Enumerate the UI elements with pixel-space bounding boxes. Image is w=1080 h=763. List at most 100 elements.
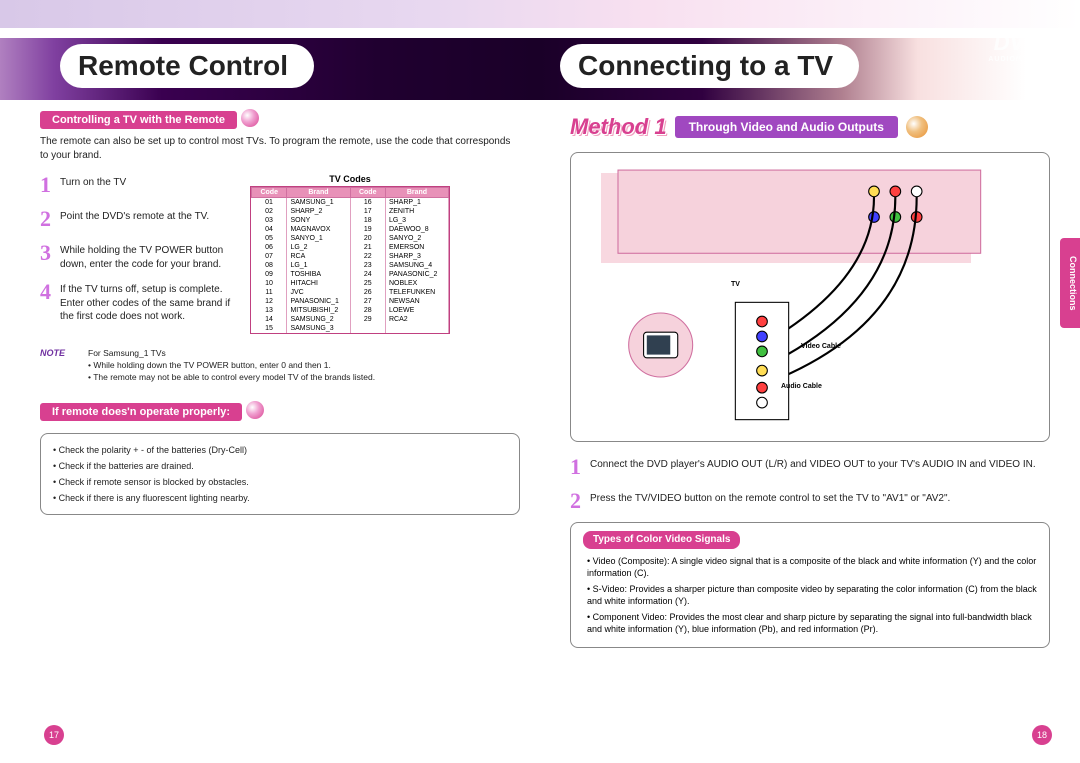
table-cell: 11	[252, 288, 287, 297]
step-number: 1	[40, 172, 54, 198]
th-code: Code	[350, 188, 385, 198]
table-cell: TELEFUNKEN	[385, 288, 448, 297]
table-cell: JVC	[287, 288, 350, 297]
table-cell: 24	[350, 270, 385, 279]
table-cell	[350, 324, 385, 333]
table-cell: 28	[350, 306, 385, 315]
step-1: 1 Turn on the TV	[40, 172, 240, 198]
page-number-right: 18	[1032, 725, 1052, 745]
table-cell: 20	[350, 234, 385, 243]
diagram-video-cable-label: Video Cable	[801, 343, 841, 350]
types-title: Types of Color Video Signals	[583, 531, 740, 549]
table-row: 04MAGNAVOX19DAEWOO_8	[252, 225, 449, 234]
table-cell: LG_3	[385, 216, 448, 225]
dvd-logo: DVD AUDIO/VIDEO	[982, 30, 1052, 70]
table-row: 09TOSHIBA24PANASONIC_2	[252, 270, 449, 279]
section-remote-troubleshoot: If remote does'n operate properly:	[40, 403, 242, 421]
check-item: Check if the batteries are drained.	[53, 458, 507, 474]
th-brand: Brand	[385, 188, 448, 198]
table-cell: 12	[252, 297, 287, 306]
table-row: 10HITACHI25NOBLEX	[252, 279, 449, 288]
step-number: 1	[570, 454, 584, 480]
page-title-right: Connecting to a TV	[560, 44, 859, 88]
note-icon: NOTE	[40, 348, 80, 378]
top-gradient-strip	[0, 0, 1080, 28]
table-cell: ZENITH	[385, 207, 448, 216]
table-cell: SAMSUNG_4	[385, 261, 448, 270]
tv-codes-container: TV Codes Code Brand Code Brand 01SAMSUNG…	[250, 172, 450, 334]
step-text: Connect the DVD player's AUDIO OUT (L/R)…	[590, 454, 1036, 480]
steps-column: 1 Turn on the TV 2 Point the DVD's remot…	[40, 172, 240, 334]
table-cell: PANASONIC_2	[385, 270, 448, 279]
diagram-audio-cable-label: Audio Cable	[781, 383, 822, 390]
table-cell: 01	[252, 198, 287, 208]
table-cell: 08	[252, 261, 287, 270]
table-row: 14SAMSUNG_229RCA2	[252, 315, 449, 324]
table-cell: 29	[350, 315, 385, 324]
type-item: S-Video: Provides a sharper picture than…	[587, 583, 1037, 607]
table-row: 11JVC26TELEFUNKEN	[252, 288, 449, 297]
method-header: Method 1 Through Video and Audio Outputs	[570, 114, 1050, 140]
table-cell: SHARP_3	[385, 252, 448, 261]
check-item: Check if remote sensor is blocked by obs…	[53, 474, 507, 490]
step-2: 2 Point the DVD's remote at the TV.	[40, 206, 240, 232]
page-number-left: 17	[44, 725, 64, 745]
table-cell: SAMSUNG_3	[287, 324, 350, 333]
table-row: 01SAMSUNG_116SHARP_1	[252, 198, 449, 208]
tv-codes-table: Code Brand Code Brand 01SAMSUNG_116SHARP…	[250, 186, 450, 334]
tvcodes-title: TV Codes	[250, 172, 450, 186]
table-row: 08LG_123SAMSUNG_4	[252, 261, 449, 270]
table-cell: 17	[350, 207, 385, 216]
table-cell: 04	[252, 225, 287, 234]
table-cell: SHARP_1	[385, 198, 448, 208]
table-cell: DAEWOO_8	[385, 225, 448, 234]
left-page: Controlling a TV with the Remote The rem…	[30, 110, 530, 515]
table-row: 05SANYO_120SANYO_2	[252, 234, 449, 243]
table-row: 12PANASONIC_127NEWSAN	[252, 297, 449, 306]
th-code: Code	[252, 188, 287, 198]
right-page: Method 1 Through Video and Audio Outputs	[560, 110, 1060, 648]
types-box: Types of Color Video Signals Video (Comp…	[570, 522, 1050, 648]
table-cell: EMERSON	[385, 243, 448, 252]
table-cell: 21	[350, 243, 385, 252]
table-cell: SONY	[287, 216, 350, 225]
table-row: 13MITSUBISHI_228LOEWE	[252, 306, 449, 315]
table-cell: LG_1	[287, 261, 350, 270]
step-number: 4	[40, 279, 54, 324]
table-cell: MITSUBISHI_2	[287, 306, 350, 315]
table-cell: 09	[252, 270, 287, 279]
connection-diagram: TV Video Cable Audio Cable	[570, 152, 1050, 442]
table-cell: 02	[252, 207, 287, 216]
note-row: NOTE For Samsung_1 TVs While holding dow…	[40, 348, 520, 384]
section-controlling-tv: Controlling a TV with the Remote	[40, 111, 237, 129]
page-title-left: Remote Control	[60, 44, 314, 88]
table-row: 07RCA22SHARP_3	[252, 252, 449, 261]
th-brand: Brand	[287, 188, 350, 198]
table-cell: 23	[350, 261, 385, 270]
table-cell: 03	[252, 216, 287, 225]
note-line: The remote may not be able to control ev…	[88, 372, 375, 384]
table-cell: SAMSUNG_1	[287, 198, 350, 208]
step-4: 4 If the TV turns off, setup is complete…	[40, 279, 240, 324]
table-cell: 06	[252, 243, 287, 252]
table-cell: LOEWE	[385, 306, 448, 315]
section-dot-icon	[246, 401, 264, 419]
dvd-logo-text: DVD	[994, 30, 1040, 55]
table-row: 06LG_221EMERSON	[252, 243, 449, 252]
type-item: Video (Composite): A single video signal…	[587, 555, 1037, 579]
step-text: Point the DVD's remote at the TV.	[60, 206, 209, 232]
table-cell: SHARP_2	[287, 207, 350, 216]
table-cell: RCA	[287, 252, 350, 261]
table-cell: 27	[350, 297, 385, 306]
table-cell: 19	[350, 225, 385, 234]
table-cell: 14	[252, 315, 287, 324]
table-cell: NOBLEX	[385, 279, 448, 288]
note-line: While holding down the TV POWER button, …	[88, 360, 375, 372]
section1-title-text: Controlling a TV with the Remote	[52, 114, 225, 126]
table-row: 03SONY18LG_3	[252, 216, 449, 225]
table-cell: MAGNAVOX	[287, 225, 350, 234]
dvd-logo-sub: AUDIO/VIDEO	[982, 56, 1052, 63]
step-text: Turn on the TV	[60, 172, 126, 198]
table-row: 02SHARP_217ZENITH	[252, 207, 449, 216]
table-cell: TOSHIBA	[287, 270, 350, 279]
